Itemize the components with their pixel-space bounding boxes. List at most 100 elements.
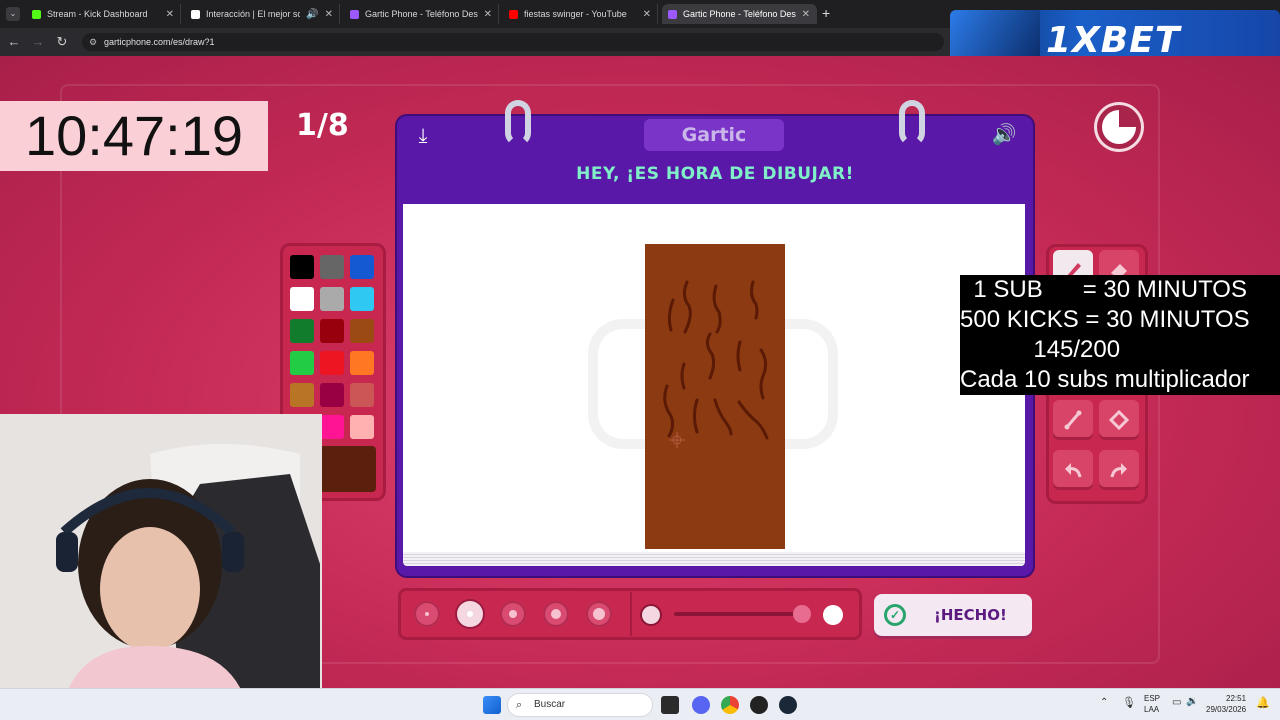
draw-prompt: HEY, ¡ES HORA DE DIBUJAR!: [576, 164, 854, 184]
color-swatch[interactable]: [350, 287, 374, 311]
color-swatch[interactable]: [290, 255, 314, 279]
timer-icon: [1094, 102, 1144, 152]
color-swatch[interactable]: [320, 415, 344, 439]
sub-line: 145/200: [960, 336, 1121, 363]
tab-gartic-phone-active[interactable]: Gartic Phone - Teléfono Descon ✕: [662, 4, 817, 24]
url-text: garticphone.com/es/draw?1: [104, 37, 215, 47]
windows-taskbar: ⌕ Buscar ⌃ 🎙 ESP LAA ▭ 🔉 22:51 29/03/202…: [0, 688, 1280, 720]
check-icon: ✓: [884, 604, 906, 626]
fill-bucket-tool-icon[interactable]: [1099, 400, 1139, 440]
color-swatch[interactable]: [290, 287, 314, 311]
brush-size-4-button[interactable]: [543, 601, 569, 627]
stream-clock: 10:47:19: [0, 101, 268, 171]
opacity-max-icon: [823, 605, 843, 625]
taskbar-clock[interactable]: 22:51 29/03/2026: [1206, 693, 1246, 715]
opacity-slider-thumb[interactable]: [793, 605, 811, 623]
close-icon[interactable]: ✕: [484, 9, 492, 20]
brush-size-5-button[interactable]: [586, 601, 612, 627]
tab-title: Gartic Phone - Teléfono Descon: [365, 9, 478, 19]
close-icon[interactable]: ✕: [643, 9, 651, 20]
close-icon[interactable]: ✕: [166, 9, 174, 20]
site-info-icon[interactable]: ⚙: [89, 33, 97, 51]
chrome-icon[interactable]: [721, 696, 739, 714]
tab-title: Stream - Kick Dashboard: [47, 9, 148, 19]
close-icon[interactable]: ✕: [325, 9, 333, 20]
network-icon[interactable]: ▭: [1172, 697, 1181, 708]
tab-title: fiestas swinger - YouTube: [524, 9, 627, 19]
color-swatch[interactable]: [320, 255, 344, 279]
sub-line: 1 SUB = 30 MINUTOS: [960, 276, 1247, 303]
tab-title: Gartic Phone - Teléfono Descon: [683, 9, 796, 19]
done-button[interactable]: ✓ ¡HECHO!: [874, 594, 1032, 636]
board-header: ⤓ Gartic 🔊 HEY, ¡ES HORA DE DIBUJAR!: [397, 116, 1033, 202]
paper-edge: [403, 552, 1025, 566]
speaker-icon: 🔊: [306, 8, 319, 20]
opacity-slider[interactable]: [674, 605, 811, 623]
taskbar-search[interactable]: ⌕ Buscar: [508, 694, 652, 716]
volume-icon[interactable]: 🔊: [989, 122, 1019, 148]
site-favicon-icon: [191, 9, 200, 19]
close-icon[interactable]: ✕: [802, 9, 810, 20]
ad-logo: 1XBET: [1046, 20, 1181, 61]
discord-icon[interactable]: [692, 696, 710, 714]
color-swatch[interactable]: [350, 383, 374, 407]
sub-line: 500 KICKS = 30 MINUTOS: [960, 306, 1250, 333]
color-swatch[interactable]: [290, 383, 314, 407]
undo-icon[interactable]: [1053, 450, 1093, 490]
color-swatch[interactable]: [320, 351, 344, 375]
tab-search-icon[interactable]: ⌄: [6, 7, 20, 21]
color-swatch[interactable]: [350, 351, 374, 375]
tab-interaccion[interactable]: Interacción | El mejor softw 🔊 ✕: [185, 4, 340, 24]
color-swatch[interactable]: [350, 255, 374, 279]
tab-gartic-phone-1[interactable]: Gartic Phone - Teléfono Descon ✕: [344, 4, 499, 24]
chevron-up-icon[interactable]: ⌃: [1100, 697, 1108, 708]
done-label: ¡HECHO!: [934, 606, 1007, 624]
download-icon[interactable]: ⤓: [411, 124, 435, 148]
brush-toolbar: [398, 588, 862, 640]
drawing-canvas[interactable]: [403, 204, 1025, 552]
notification-icon[interactable]: 🔔: [1256, 696, 1270, 709]
line-tool-icon[interactable]: [1053, 400, 1093, 440]
tab-youtube[interactable]: fiestas swinger - YouTube ✕: [503, 4, 658, 24]
round-counter: 1/8: [296, 108, 349, 143]
tab-kick-dashboard[interactable]: Stream - Kick Dashboard ✕: [26, 4, 181, 24]
color-swatch[interactable]: [320, 319, 344, 343]
opacity-min-icon: [642, 606, 660, 624]
obs-icon[interactable]: [750, 696, 768, 714]
volume-tray-icon[interactable]: 🔉: [1186, 696, 1198, 707]
drawing-svg: [588, 244, 838, 549]
back-icon[interactable]: ←: [6, 34, 22, 49]
brush-size-1-button[interactable]: [414, 601, 440, 627]
color-swatch[interactable]: [290, 351, 314, 375]
microphone-icon[interactable]: 🎙: [1122, 696, 1136, 709]
color-swatch[interactable]: [290, 319, 314, 343]
lang-code: ESP: [1144, 694, 1161, 703]
color-swatch[interactable]: [320, 287, 344, 311]
webcam-image: [0, 414, 322, 720]
color-swatch[interactable]: [320, 383, 344, 407]
gartic-favicon-icon: [350, 9, 359, 19]
gartic-favicon-icon: [668, 9, 677, 19]
language-indicator[interactable]: ESP LAA: [1144, 693, 1160, 715]
url-field[interactable]: ⚙ garticphone.com/es/draw?1: [82, 33, 944, 51]
search-icon: ⌕: [516, 699, 523, 711]
new-tab-button[interactable]: +: [822, 5, 830, 21]
steam-icon[interactable]: [779, 696, 797, 714]
reload-icon[interactable]: ↻: [54, 34, 70, 50]
youtube-favicon-icon: [509, 9, 518, 19]
clock-date: 29/03/2026: [1206, 705, 1247, 714]
forward-icon[interactable]: →: [30, 34, 46, 49]
windows-start-icon[interactable]: [483, 696, 501, 714]
redo-icon[interactable]: [1099, 450, 1139, 490]
lang-layout: LAA: [1144, 705, 1160, 714]
color-swatch[interactable]: [350, 319, 374, 343]
brush-size-3-button[interactable]: [500, 601, 526, 627]
tab-title: Interacción | El mejor softw: [206, 9, 301, 19]
drawing-board: ⤓ Gartic 🔊 HEY, ¡ES HORA DE DIBUJAR!: [397, 100, 1033, 576]
file-explorer-icon[interactable]: [661, 696, 679, 714]
sub-line: Cada 10 subs multiplicador: [960, 366, 1250, 393]
gartic-logo: Gartic: [644, 119, 784, 151]
brush-size-2-button[interactable]: [457, 601, 483, 627]
color-swatch[interactable]: [350, 415, 374, 439]
webcam-overlay: [0, 414, 322, 720]
